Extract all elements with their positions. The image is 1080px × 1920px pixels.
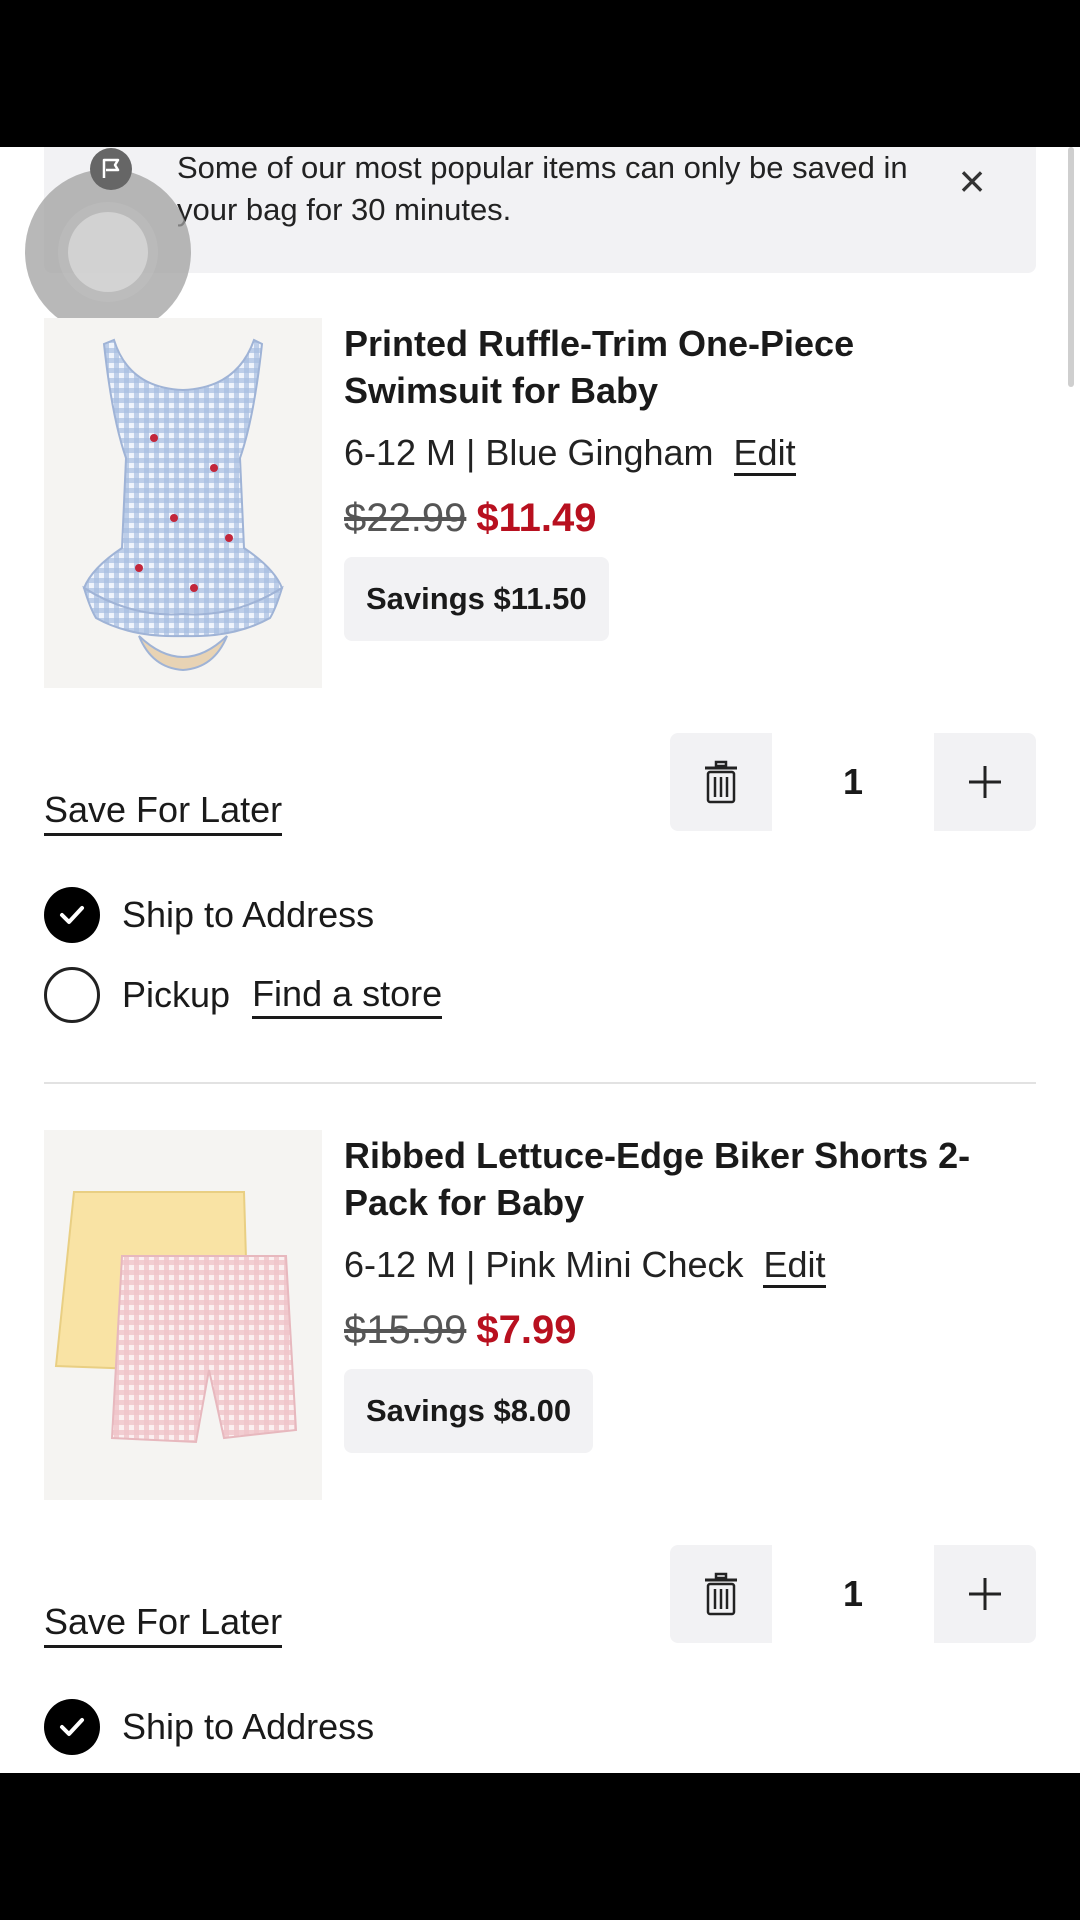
original-price: $22.99 (344, 496, 467, 540)
quantity-value[interactable]: 1 (772, 733, 934, 831)
product-variant: 6-12 M | Pink Mini Check Edit (344, 1243, 826, 1288)
edit-link[interactable]: Edit (763, 1245, 826, 1288)
ship-to-address-option[interactable]: Ship to Address (44, 887, 374, 943)
cart-screen: Some of our most popular items can only … (0, 147, 1080, 1773)
price-row: $15.99 $7.99 (344, 1306, 576, 1354)
assistive-touch-core (68, 212, 148, 292)
find-a-store-link[interactable]: Find a store (252, 972, 443, 1019)
pickup-option[interactable]: Pickup Find a store (44, 967, 443, 1023)
edit-link[interactable]: Edit (733, 433, 796, 476)
close-icon[interactable]: × (948, 157, 996, 205)
product-variant: 6-12 M | Blue Gingham Edit (344, 431, 796, 476)
quantity-value[interactable]: 1 (772, 1545, 934, 1643)
check-icon[interactable] (44, 887, 100, 943)
product-image-swimsuit[interactable] (44, 318, 322, 688)
product-title[interactable]: Printed Ruffle-Trim One-Piece Swimsuit f… (344, 320, 1004, 414)
pickup-label: Pickup (122, 974, 231, 1015)
check-icon[interactable] (44, 1699, 100, 1755)
product-title[interactable]: Ribbed Lettuce-Edge Biker Shorts 2-Pack … (344, 1132, 1004, 1226)
trash-icon[interactable] (670, 1545, 772, 1643)
plus-icon[interactable] (934, 733, 1036, 831)
original-price: $15.99 (344, 1308, 467, 1352)
savings-badge: Savings $11.50 (344, 557, 609, 641)
quantity-stepper: 1 (670, 1545, 1036, 1643)
pickup-radio[interactable] (44, 967, 100, 1023)
ship-label: Ship to Address (122, 1706, 375, 1747)
flag-icon[interactable] (90, 148, 132, 190)
assistive-touch-button[interactable] (25, 169, 191, 335)
notice-banner: Some of our most popular items can only … (44, 147, 1036, 273)
quantity-stepper: 1 (670, 733, 1036, 831)
sale-price: $11.49 (476, 496, 597, 540)
savings-badge: Savings $8.00 (344, 1369, 594, 1453)
item-divider (44, 1082, 1036, 1084)
save-for-later-link[interactable]: Save For Later (44, 787, 283, 836)
ship-to-address-option[interactable]: Ship to Address (44, 1699, 374, 1755)
product-image-shorts[interactable] (44, 1130, 322, 1500)
scrollbar[interactable] (1068, 147, 1074, 387)
sale-price: $7.99 (476, 1308, 577, 1352)
save-for-later-link[interactable]: Save For Later (44, 1599, 283, 1648)
banner-message: Some of our most popular items can only … (177, 150, 908, 227)
price-row: $22.99 $11.49 (344, 494, 596, 542)
variant-text: 6-12 M | Pink Mini Check (344, 1244, 744, 1285)
trash-icon[interactable] (670, 733, 772, 831)
plus-icon[interactable] (934, 1545, 1036, 1643)
ship-label: Ship to Address (122, 894, 375, 935)
variant-text: 6-12 M | Blue Gingham (344, 432, 714, 473)
